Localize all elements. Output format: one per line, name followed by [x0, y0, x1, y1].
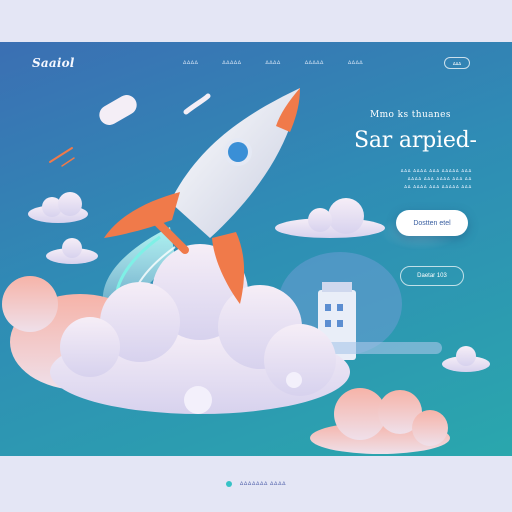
nav-item[interactable]: ⵠⵠⵠⵠ — [180, 58, 201, 68]
footer: ⵠⵠⵠⵠⵠⵠⵠ ⵠⵠⵠⵠ — [0, 456, 512, 512]
top-nav: ⵠⵠⵠⵠ ⵠⵠⵠⵠⵠ ⵠⵠⵠⵠ ⵠⵠⵠⵠⵠ ⵠⵠⵠⵠ — [180, 58, 366, 68]
footer-link[interactable]: ⵠⵠⵠⵠⵠⵠⵠ ⵠⵠⵠⵠ — [240, 481, 286, 487]
hero-illustration — [2, 88, 490, 454]
floating-capsule — [99, 95, 137, 125]
cloud-right-small — [442, 346, 490, 372]
cloud-small-left — [28, 192, 88, 223]
hero-description: ⵠⵠⵠ ⵠⵠⵠⵠ ⵠⵠⵠ ⵠⵠⵠⵠⵠ ⵠⵠⵠ ⵠⵠⵠⵠ ⵠⵠⵠ ⵠⵠⵠⵠ ⵠⵠⵠ… — [362, 167, 472, 191]
nav-item[interactable]: ⵠⵠⵠⵠⵠ — [302, 58, 327, 68]
description-line: ⵠⵠ ⵠⵠⵠⵠ ⵠⵠⵠ ⵠⵠⵠⵠⵠ ⵠⵠⵠ — [404, 184, 472, 189]
cloud-right-mid — [275, 198, 385, 238]
streak — [61, 157, 75, 167]
bubble — [286, 372, 302, 388]
hero-title: Sar arpied- — [354, 128, 477, 153]
bubble — [184, 386, 212, 414]
building-roof — [322, 282, 352, 292]
spark — [183, 93, 211, 115]
building-window — [325, 320, 331, 327]
cloud-bottom-right — [310, 388, 450, 454]
building-window — [337, 320, 343, 327]
nav-item[interactable]: ⵠⵠⵠⵠⵠ — [219, 58, 244, 68]
nav-signin-pill[interactable]: ⵠⵠⵠ — [444, 57, 470, 69]
hero-kicker: Mmo ks thuanes — [370, 110, 451, 120]
cloud-small-left-2 — [46, 238, 98, 264]
building-window — [337, 304, 343, 311]
nav-item[interactable]: ⵠⵠⵠⵠ — [262, 58, 283, 68]
secondary-cta-button[interactable]: Daetar 103 — [400, 266, 464, 286]
footer-dot-icon — [225, 481, 232, 487]
primary-cta-button[interactable]: Dostten etel — [396, 210, 468, 236]
description-line: ⵠⵠⵠⵠ ⵠⵠⵠ ⵠⵠⵠⵠ ⵠⵠⵠ ⵠⵠ — [407, 176, 472, 181]
hero-section: Saaiol ⵠⵠⵠⵠ ⵠⵠⵠⵠⵠ ⵠⵠⵠⵠ ⵠⵠⵠⵠⵠ ⵠⵠⵠⵠ ⵠⵠⵠ Mm… — [0, 42, 512, 456]
description-line: ⵠⵠⵠ ⵠⵠⵠⵠ ⵠⵠⵠ ⵠⵠⵠⵠⵠ ⵠⵠⵠ — [400, 168, 472, 173]
streak — [49, 147, 73, 163]
nav-item[interactable]: ⵠⵠⵠⵠ — [345, 58, 366, 68]
building-window — [325, 304, 331, 311]
brand-logo[interactable]: Saaiol — [32, 56, 75, 70]
